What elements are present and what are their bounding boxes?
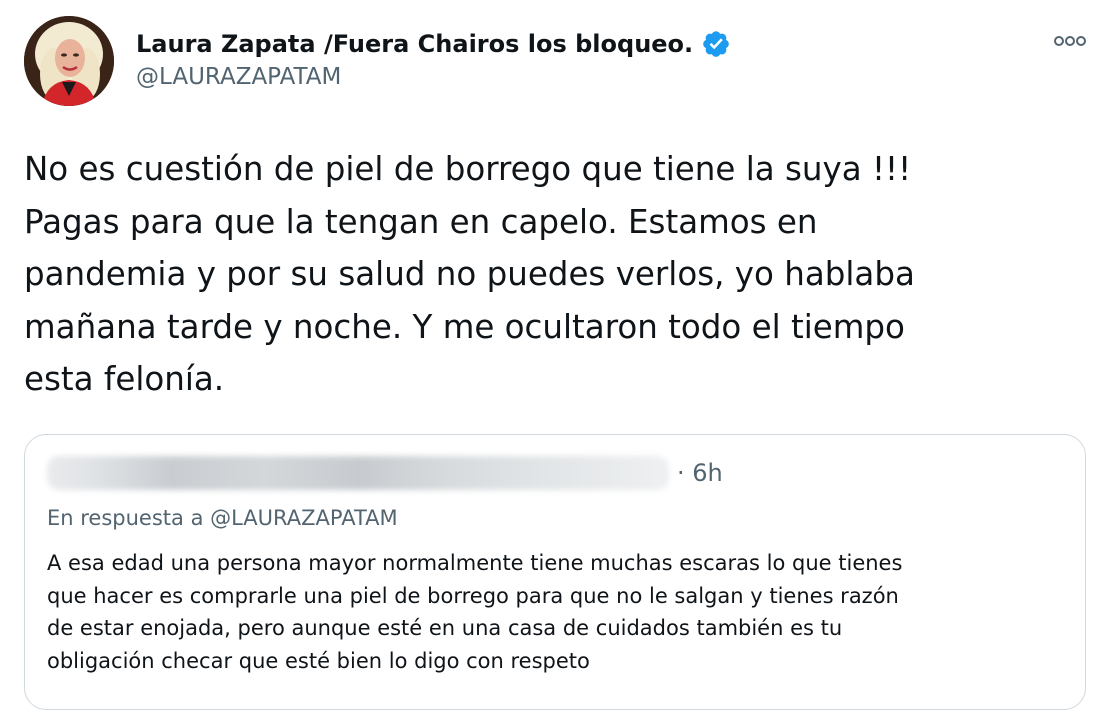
tweet-text: No es cuestión de piel de borrego que ti… bbox=[24, 150, 915, 398]
tweet: Laura Zapata /Fuera Chairos los bloqueo.… bbox=[0, 0, 1106, 726]
quoted-tweet-text: A esa edad una persona mayor normalmente… bbox=[47, 551, 903, 673]
reply-prefix: En respuesta a bbox=[47, 506, 211, 530]
reply-mention-link[interactable]: @LAURAZAPATAM bbox=[210, 506, 398, 530]
author-display-name[interactable]: Laura Zapata /Fuera Chairos los bloqueo. bbox=[136, 30, 693, 58]
author-avatar[interactable] bbox=[24, 16, 114, 106]
quoted-tweet-card[interactable]: · 6h En respuesta a @LAURAZAPATAM A esa … bbox=[24, 434, 1086, 710]
quoted-tweet-time[interactable]: · 6h bbox=[677, 459, 723, 487]
blurred-author-info bbox=[47, 456, 669, 490]
quoted-tweet-header: · 6h bbox=[47, 455, 723, 491]
more-options-icon[interactable] bbox=[1050, 30, 1090, 52]
avatar-image bbox=[24, 16, 114, 106]
reply-context: En respuesta a @LAURAZAPATAM bbox=[47, 506, 398, 530]
verified-badge-icon bbox=[701, 29, 731, 59]
author-name-row: Laura Zapata /Fuera Chairos los bloqueo. bbox=[136, 28, 731, 60]
author-handle[interactable]: @LAURAZAPATAM bbox=[136, 64, 341, 90]
